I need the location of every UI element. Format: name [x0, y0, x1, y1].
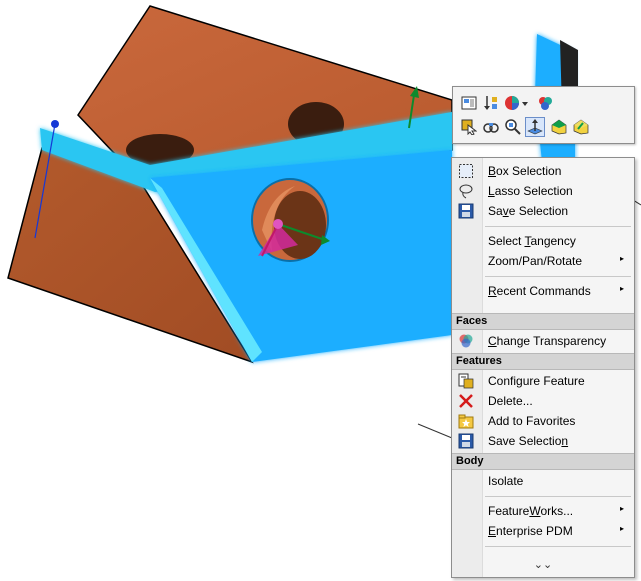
sketch-icon[interactable] — [549, 117, 569, 137]
expand-more-icon[interactable]: ⌄⌄ — [452, 558, 634, 574]
menu-section-faces: Faces — [452, 313, 634, 330]
menu-separator — [485, 496, 631, 497]
submenu-arrow-icon: ▸ — [620, 524, 625, 533]
configure-feature-icon — [458, 373, 474, 389]
menu-item-isolate[interactable]: Isolate — [452, 471, 634, 491]
context-toolbar — [452, 86, 635, 144]
sort-icon[interactable] — [481, 93, 501, 113]
menu-item-save-selection-feature[interactable]: Save Selection — [452, 431, 634, 451]
menu-item-add-to-favorites[interactable]: Add to Favorites — [452, 411, 634, 431]
menu-item-enterprise-pdm[interactable]: Enterprise PDM ▸ — [452, 521, 634, 541]
submenu-arrow-icon: ▸ — [620, 504, 625, 513]
menu-separator — [485, 226, 631, 227]
menu-item-change-transparency[interactable]: Change Transparency — [452, 331, 634, 351]
menu-item-save-selection[interactable]: Save Selection — [452, 201, 634, 221]
save-selection-icon — [458, 433, 474, 449]
edit-sketch-icon[interactable] — [571, 117, 591, 137]
submenu-arrow-icon: ▸ — [620, 254, 625, 263]
menu-item-lasso-selection[interactable]: Lasso Selection — [452, 181, 634, 201]
view-orientation-icon[interactable] — [459, 93, 479, 113]
menu-item-configure-feature[interactable]: Configure Feature — [452, 371, 634, 391]
submenu-arrow-icon: ▸ — [620, 284, 625, 293]
delete-icon — [458, 393, 474, 409]
menu-item-featureworks[interactable]: FeatureWorks... ▸ — [452, 501, 634, 521]
zoom-to-selection-icon[interactable] — [503, 117, 523, 137]
menu-separator — [485, 546, 631, 547]
normal-to-icon[interactable] — [525, 117, 545, 137]
transparency-icon — [458, 333, 474, 349]
box-selection-icon — [458, 163, 474, 179]
hide-show-icon[interactable] — [481, 117, 501, 137]
scene-icon[interactable] — [535, 93, 555, 113]
menu-item-zoom-pan-rotate[interactable]: Zoom/Pan/Rotate ▸ — [452, 251, 634, 271]
context-menu: Box Selection Lasso Selection Save Selec… — [451, 157, 635, 578]
save-selection-icon — [458, 203, 474, 219]
menu-item-box-selection[interactable]: Box Selection — [452, 161, 634, 181]
menu-item-recent-commands[interactable]: Recent Commands ▸ — [452, 281, 634, 301]
menu-item-select-tangency[interactable]: Select Tangency — [452, 231, 634, 251]
menu-item-delete[interactable]: Delete... — [452, 391, 634, 411]
favorites-icon — [458, 413, 474, 429]
annotation-leader-line — [417, 423, 453, 439]
menu-separator — [485, 276, 631, 277]
lasso-selection-icon — [458, 183, 474, 199]
select-icon[interactable] — [459, 117, 479, 137]
menu-section-body: Body — [452, 453, 634, 470]
appearance-icon[interactable] — [503, 93, 529, 113]
menu-section-features: Features — [452, 353, 634, 370]
